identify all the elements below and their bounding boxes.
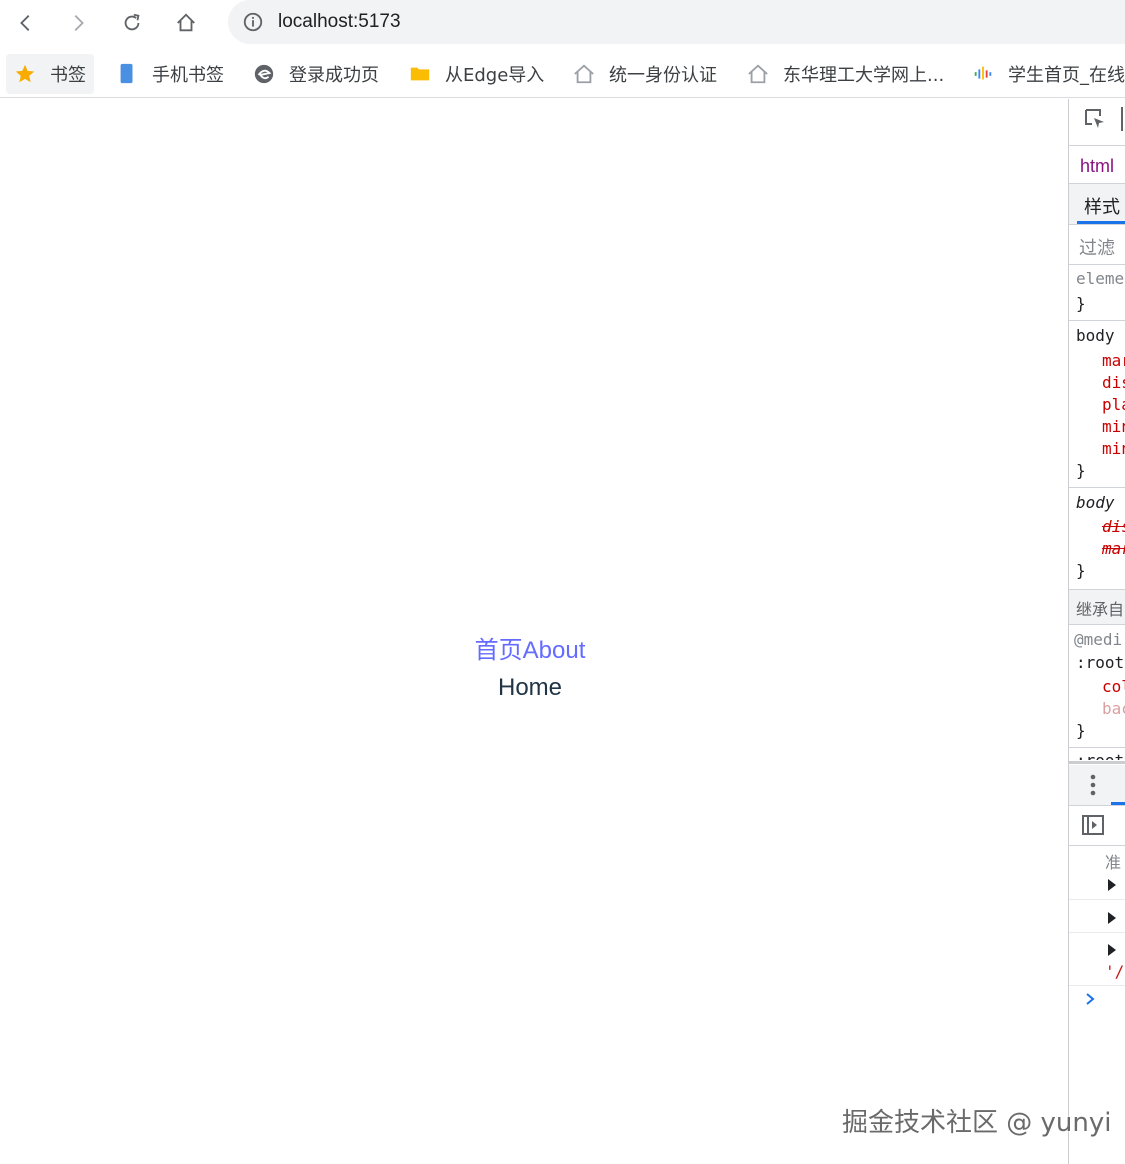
- back-button[interactable]: [6, 4, 46, 42]
- console-prompt[interactable]: [1083, 991, 1097, 1005]
- inspect-element-button[interactable]: [1083, 107, 1123, 135]
- css-property[interactable]: col: [1102, 677, 1125, 696]
- inherited-label: 继承自: [1076, 600, 1125, 619]
- css-property-overridden[interactable]: mar: [1102, 539, 1125, 558]
- bookmark-item[interactable]: 书签: [6, 54, 94, 94]
- divider: [1069, 985, 1125, 986]
- edge-icon: [253, 63, 275, 85]
- bookmark-item[interactable]: 手机书签: [116, 54, 224, 94]
- inspect-icon: [1085, 109, 1104, 128]
- home-button[interactable]: [166, 4, 206, 42]
- divider: [1069, 487, 1125, 488]
- css-property-inherited[interactable]: bac: [1102, 699, 1125, 718]
- rule-selector-root: :root: [1076, 653, 1125, 672]
- divider: [1069, 224, 1125, 225]
- console-value: '/: [1105, 962, 1125, 981]
- css-property[interactable]: min: [1102, 439, 1125, 458]
- forward-icon: [74, 15, 84, 31]
- bookmark-item[interactable]: 统一身份认证: [573, 54, 717, 94]
- rule-brace: }: [1076, 721, 1086, 740]
- divider: [1069, 145, 1125, 146]
- tab-styles[interactable]: 样式: [1084, 193, 1125, 219]
- folder-icon: [409, 63, 431, 85]
- more-vert-icon: [1090, 774, 1096, 796]
- page-viewport: 首页About Home: [0, 99, 1068, 1164]
- bookmarks-bar: 书签 手机书签 登录成功页 从Edge导入 统一身份认证 东华理工大学网上...…: [0, 50, 1125, 98]
- nav-link-home[interactable]: 首页: [475, 637, 523, 664]
- bookmark-item[interactable]: 东华理工大学网上...: [747, 54, 944, 94]
- css-property[interactable]: min: [1102, 417, 1125, 436]
- divider: [1069, 899, 1125, 900]
- phone-icon: [116, 63, 138, 85]
- rule-selector-root: :root: [1076, 751, 1125, 760]
- sidebar-toggle-icon: [1082, 815, 1104, 835]
- bookmark-item[interactable]: 从Edge导入: [409, 54, 544, 94]
- audio-icon: [972, 63, 994, 85]
- rule-brace: }: [1076, 461, 1086, 480]
- more-tools-button[interactable]: [1087, 771, 1099, 799]
- rule-brace: }: [1076, 561, 1086, 580]
- expand-arrow-icon[interactable]: [1107, 877, 1117, 891]
- star-icon: [14, 63, 36, 85]
- divider: [1069, 805, 1125, 806]
- css-property[interactable]: mar: [1102, 351, 1125, 370]
- devtools-panel: html 样式 过滤 eleme } body mar dis pla min …: [1068, 99, 1125, 1164]
- back-icon: [20, 15, 30, 31]
- home-icon: [573, 63, 595, 85]
- router-nav: 首页About: [0, 635, 1060, 667]
- rule-selector-body: body: [1076, 326, 1115, 345]
- divider: [1069, 264, 1125, 265]
- device-toolbar-button[interactable]: [1121, 107, 1125, 131]
- console-sidebar-button[interactable]: [1081, 813, 1107, 841]
- media-query: @medi: [1074, 630, 1123, 649]
- rule-brace: }: [1076, 294, 1086, 313]
- css-property-overridden[interactable]: dis: [1102, 517, 1125, 536]
- reload-button[interactable]: [112, 4, 152, 42]
- bookmark-item[interactable]: 学生首页_在线: [972, 54, 1125, 94]
- browser-toolbar: localhost:5173: [0, 0, 1125, 48]
- styles-filter-input[interactable]: 过滤: [1079, 234, 1125, 260]
- address-bar[interactable]: localhost:5173: [228, 0, 1125, 44]
- home-icon: [177, 13, 195, 32]
- dom-breadcrumb[interactable]: html: [1080, 156, 1125, 177]
- page-title: Home: [497, 674, 563, 701]
- rule-element-style: eleme: [1076, 269, 1125, 288]
- expand-arrow-icon[interactable]: [1107, 910, 1117, 924]
- url-text: localhost:5173: [278, 11, 401, 32]
- rule-selector-body-ua: body: [1076, 493, 1115, 512]
- home-icon: [747, 63, 769, 85]
- divider: [1069, 320, 1125, 321]
- drawer-splitter[interactable]: [1069, 761, 1125, 764]
- divider: [1069, 747, 1125, 748]
- reload-icon: [124, 13, 140, 31]
- watermark: 掘金技术社区 @ yunyi: [842, 1108, 1112, 1138]
- expand-arrow-icon[interactable]: [1107, 942, 1117, 956]
- forward-button[interactable]: [58, 4, 98, 42]
- css-property[interactable]: pla: [1102, 395, 1125, 414]
- css-property[interactable]: dis: [1102, 373, 1125, 392]
- nav-link-about[interactable]: About: [523, 637, 586, 664]
- divider: [1069, 932, 1125, 933]
- console-message: 准: [1105, 853, 1122, 872]
- bookmark-item[interactable]: 登录成功页: [253, 54, 379, 94]
- prompt-chevron-icon: [1086, 993, 1095, 1005]
- divider: [1069, 845, 1125, 846]
- info-icon: [243, 12, 263, 32]
